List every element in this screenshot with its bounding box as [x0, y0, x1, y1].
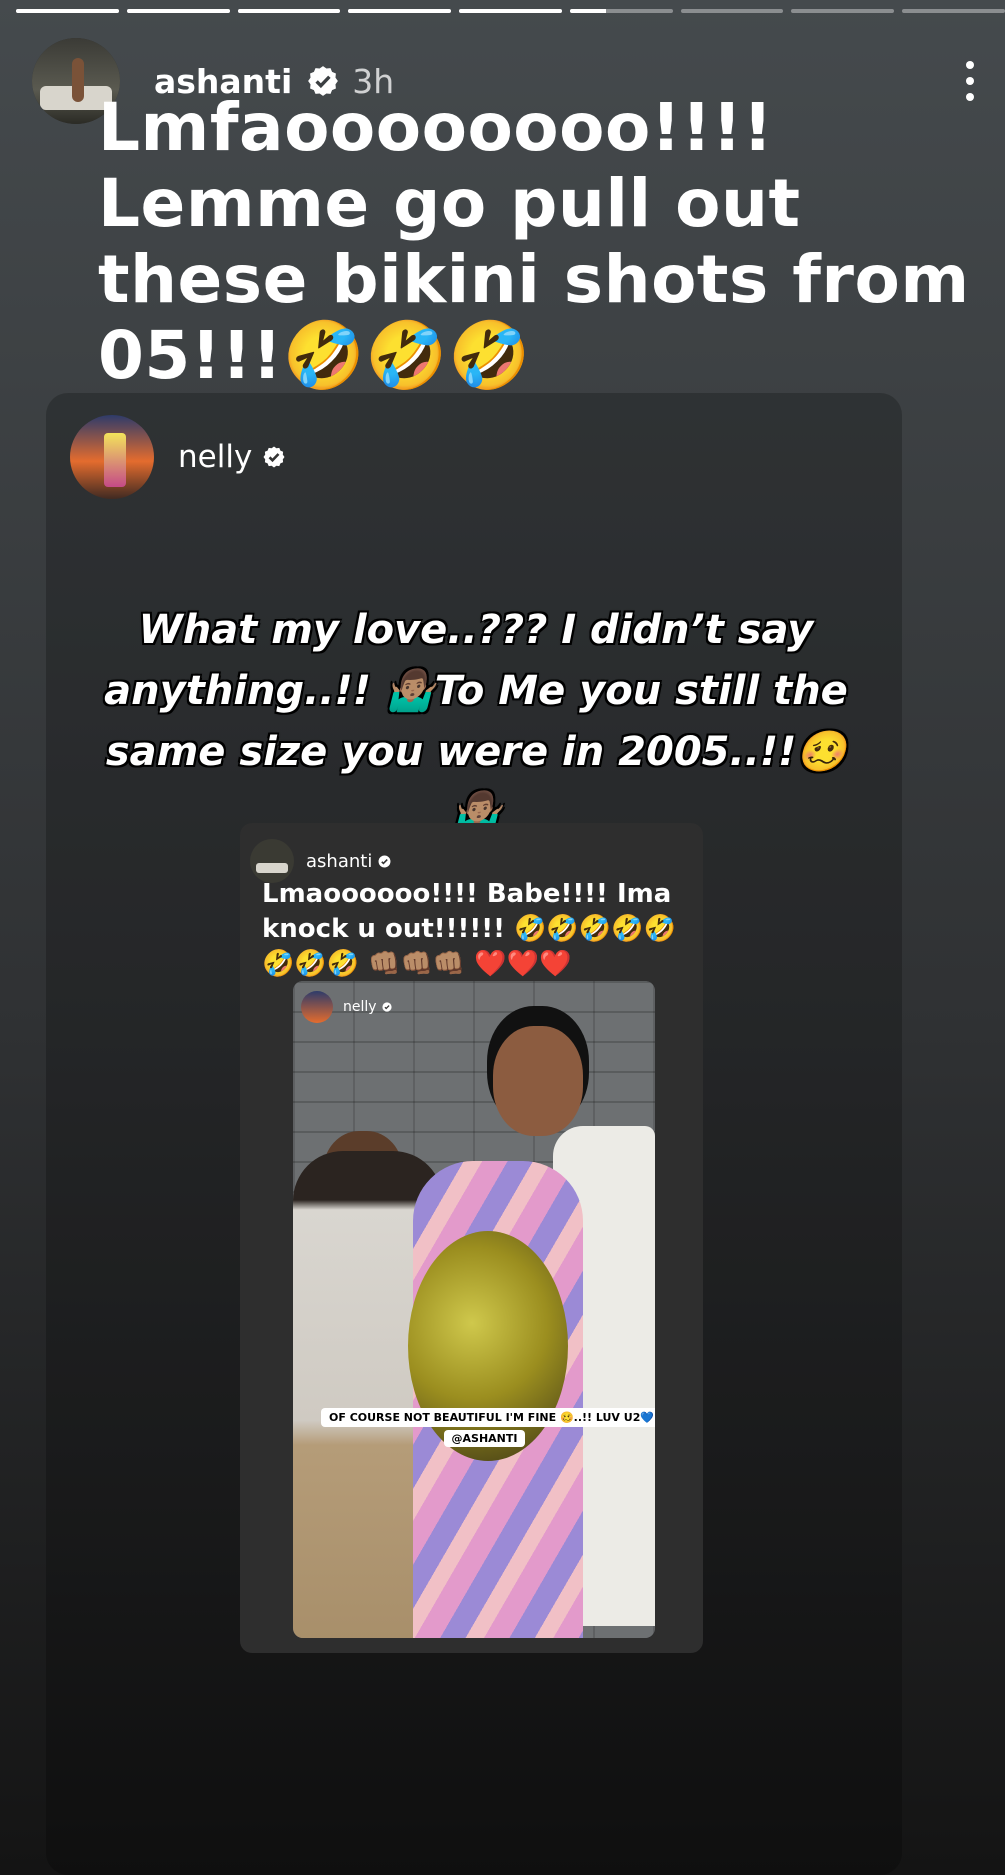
- photo-caption: OF COURSE NOT BEAUTIFUL I'M FINE 🥴..!! L…: [321, 1406, 655, 1447]
- verified-badge-icon: [378, 855, 391, 867]
- nested-story-photo: nelly OF COURSE NOT BEAUTIFUL I'M FINE 🥴…: [293, 981, 655, 1638]
- verified-badge-icon: [381, 1002, 392, 1012]
- story-caption: Lmfaoooooooo!!!! Lemme go pull out these…: [98, 89, 970, 394]
- caption-line: knock u out!!!!!! 🤣🤣🤣🤣🤣: [262, 914, 676, 944]
- progress-segment: [569, 9, 673, 13]
- shared-post-header: nelly: [70, 415, 286, 499]
- caption-line: Lemme go pull out: [98, 165, 801, 242]
- more-options-icon[interactable]: [955, 51, 985, 111]
- caption-line: Lmaoooooo!!!! Babe!!!! Ima: [262, 879, 672, 909]
- nested-story-username: ashanti: [306, 850, 373, 872]
- progress-segment: [16, 9, 119, 13]
- caption-line: 🤣🤣🤣 👊🏽👊🏽👊🏽 ❤️❤️❤️: [262, 949, 572, 979]
- photo-caption-mention: @ASHANTI: [443, 1430, 526, 1447]
- shared-post-text: What my love..??? I didn’t say anything.…: [104, 607, 848, 836]
- story-progress-bar: [16, 9, 1005, 13]
- photo-username: nelly: [343, 999, 377, 1015]
- progress-segment: [126, 9, 230, 13]
- progress-segment: [237, 9, 341, 13]
- progress-segment: [680, 9, 784, 13]
- photo-caption-line: OF COURSE NOT BEAUTIFUL I'M FINE 🥴..!! L…: [321, 1408, 655, 1427]
- caption-line: 05!!!🤣🤣🤣: [98, 317, 531, 394]
- caption-line: Lmfaoooooooo!!!!: [98, 89, 774, 166]
- nested-story: ashanti Lmaoooooo!!!! Babe!!!! Ima knock…: [240, 823, 703, 1653]
- avatar: [301, 991, 333, 1023]
- progress-segment: [791, 9, 895, 13]
- avatar[interactable]: [70, 415, 154, 499]
- shared-post-username[interactable]: nelly: [178, 439, 252, 475]
- verified-badge-icon: [263, 446, 285, 468]
- progress-segment: [902, 9, 1005, 13]
- nested-story-caption: Lmaoooooo!!!! Babe!!!! Ima knock u out!!…: [262, 877, 692, 982]
- photo-header: nelly: [301, 991, 392, 1023]
- caption-line: these bikini shots from: [98, 241, 970, 318]
- progress-segment: [459, 9, 562, 13]
- progress-segment: [348, 9, 452, 13]
